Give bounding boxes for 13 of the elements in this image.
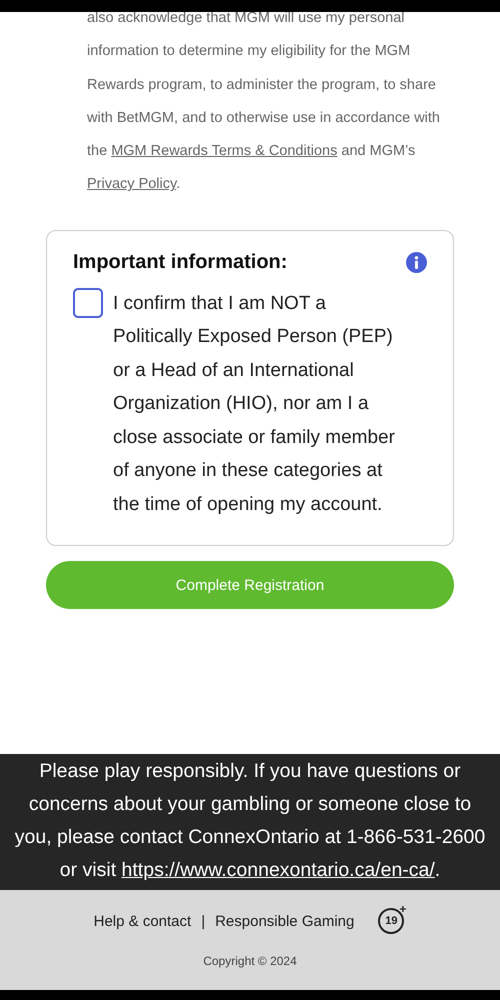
checkbox-label: I confirm that I am NOT a Politically Exposed Person (PEP) or a Head of an International Organization (HIO), nor am I a close associate or family member of anyone in these categories at the time of opening my account. xyxy=(113,292,396,517)
copyright-text: Copyright © 2024 xyxy=(203,954,297,968)
card-title: Important information: xyxy=(73,250,288,274)
footer-link[interactable]: Responsible Gaming xyxy=(215,912,354,930)
footer-link[interactable]: Help & contact xyxy=(94,912,192,930)
age-badge-icon: 19 + xyxy=(378,908,406,934)
checkbox[interactable] xyxy=(73,288,103,318)
separator: | xyxy=(201,912,206,930)
info-icon[interactable] xyxy=(406,252,427,273)
responsible-play-notice: Please play responsibly. If you have questions or concerns about your gambling or someone close to you, please contact ConnexOntario at 1-866-531-2600 or visit https://www.connexontario.ca/en-ca/. xyxy=(0,754,500,890)
terms-link[interactable]: MGM Rewards Terms & Conditions xyxy=(111,143,338,160)
privacy-link[interactable]: Privacy Policy xyxy=(87,176,176,192)
website-link[interactable]: https://www.connexontario.ca/en-ca/ xyxy=(122,859,435,881)
